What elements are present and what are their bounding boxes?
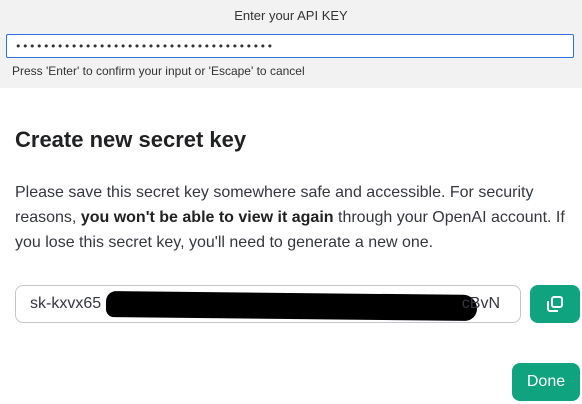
secret-key-prefix: sk-kxvx65 <box>30 295 102 312</box>
modal-title: Create new secret key <box>15 127 247 152</box>
secret-key-field[interactable]: sk-kxvx65 cBvN <box>15 285 521 323</box>
api-key-input[interactable] <box>6 34 574 58</box>
redaction-mark <box>105 291 478 321</box>
prompt-title: Enter your API KEY <box>234 8 348 23</box>
secret-key-suffix: cBvN <box>461 295 500 312</box>
modal-description: Please save this secret key somewhere sa… <box>15 180 581 255</box>
description-emphasis: you won't be able to view it again <box>80 209 334 226</box>
prompt-hint: Press 'Enter' to confirm your input or '… <box>12 64 305 78</box>
done-button[interactable]: Done <box>512 363 580 401</box>
copy-button[interactable] <box>530 285 580 323</box>
api-key-prompt: Enter your API KEY Press 'Enter' to conf… <box>0 0 582 88</box>
copy-icon <box>547 296 563 312</box>
